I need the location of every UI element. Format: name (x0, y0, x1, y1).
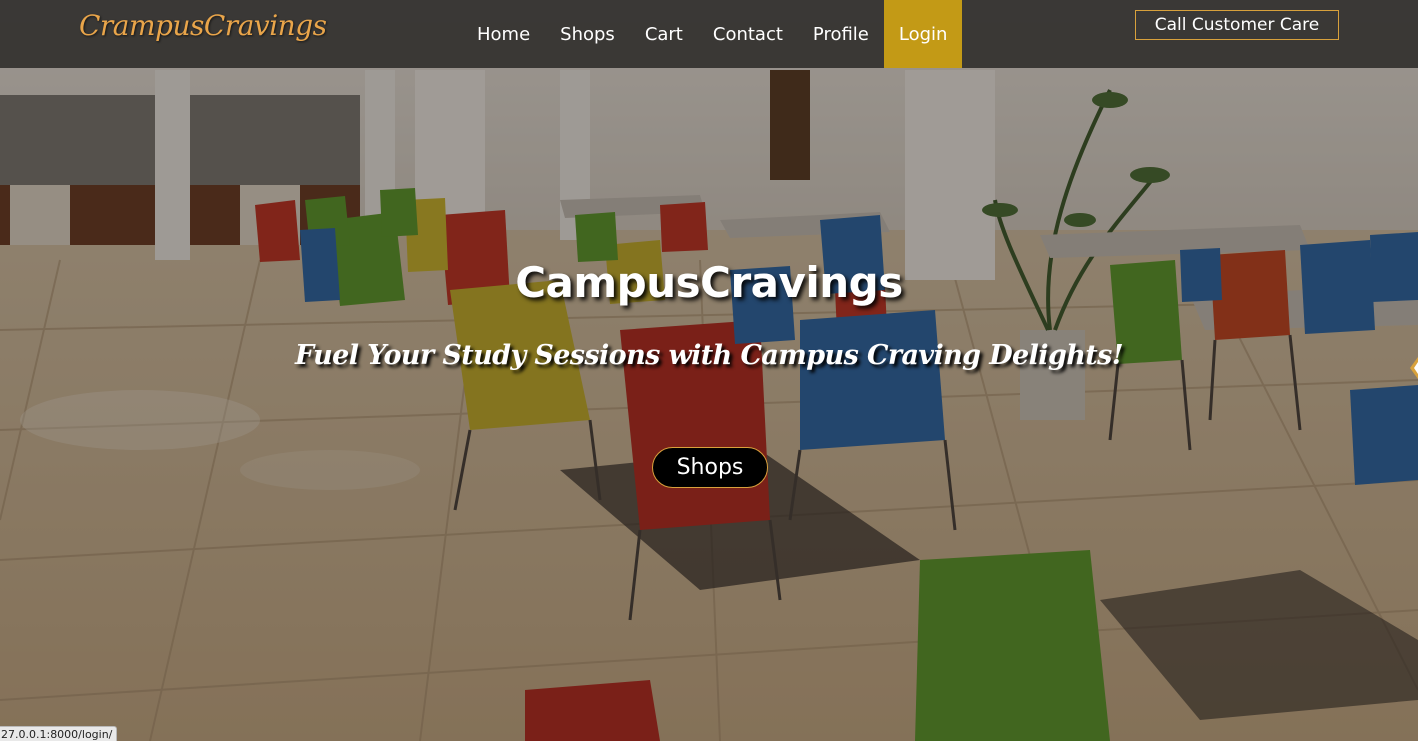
hero-title: CampusCravings (515, 258, 903, 307)
nav-links: Home Shops Cart Contact Profile Login (462, 0, 963, 68)
nav-item-profile[interactable]: Profile (798, 0, 884, 68)
brand-logo[interactable]: CrampusCravings (79, 9, 327, 42)
nav-item-login[interactable]: Login (883, 0, 963, 68)
hero-subtitle: Fuel Your Study Sessions with Campus Cra… (295, 340, 1124, 371)
status-bar-url: 27.0.0.1:8000/login/ (0, 726, 118, 741)
page: CrampusCravings Home Shops Cart Contact … (0, 0, 1418, 741)
call-customer-care-button[interactable]: Call Customer Care (1135, 10, 1339, 40)
nav-item-home[interactable]: Home (462, 0, 545, 68)
nav-item-contact[interactable]: Contact (698, 0, 798, 68)
nav-item-shops[interactable]: Shops (545, 0, 630, 68)
nav-item-cart[interactable]: Cart (630, 0, 698, 68)
hero-shops-button[interactable]: Shops (652, 447, 768, 488)
chevron-right-icon[interactable] (1408, 355, 1418, 381)
navbar: CrampusCravings Home Shops Cart Contact … (0, 0, 1418, 68)
